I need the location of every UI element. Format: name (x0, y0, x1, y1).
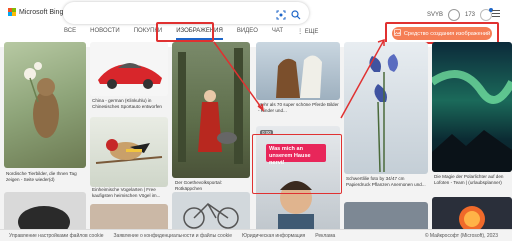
image-result-red-riding-hood[interactable] (172, 42, 250, 178)
result-caption[interactable]: Einheimische Vogelarten | Free kaufigste… (92, 187, 168, 199)
image-result-horses[interactable] (256, 42, 340, 100)
car-thumbnail (98, 63, 162, 89)
image-results-grid: Nordische Tierbilder, die Ihnen Tag zeig… (0, 37, 512, 230)
image-result-portrait[interactable] (90, 204, 168, 230)
dog-thumbnail (18, 206, 70, 230)
image-result-bicycle[interactable] (172, 192, 250, 230)
profile-avatar-icon[interactable] (447, 9, 460, 21)
goldfinch-thumbnail (95, 139, 163, 164)
result-caption[interactable]: Mehr als 70 super schöne Pferde Bilder -… (258, 102, 340, 114)
rewards-icon[interactable] (480, 8, 493, 21)
image-result-ornament[interactable] (432, 197, 512, 230)
squirrel-thumbnail (24, 62, 59, 138)
result-caption[interactable]: Der Goethevolksportal: Rotkäppchen (175, 180, 249, 192)
image-result-abstract[interactable] (344, 202, 428, 230)
result-caption[interactable]: Nordische Tierbilder, die Ihnen Tag zeig… (6, 171, 86, 183)
result-caption[interactable]: Die Magie der Polarlichter auf den Lofot… (434, 174, 512, 186)
highlight-video-card (252, 134, 342, 194)
bing-logo[interactable]: Microsoft Bing (8, 8, 63, 16)
image-result-black-dog[interactable] (4, 192, 86, 230)
result-caption[interactable]: Schwertlilie foto by 34/47 cm Papierdruc… (346, 176, 428, 188)
user-name[interactable]: SVYB (427, 12, 443, 18)
footer-link-privacy[interactable]: Заявление о конфиденциальности и файлы c… (114, 233, 233, 239)
image-result-squirrel[interactable] (4, 42, 86, 168)
bicycle-thumbnail (183, 203, 239, 229)
microsoft-logo-icon (8, 8, 16, 16)
footer-copyright: © Майкрософт (Microsoft), 2023 (424, 232, 498, 239)
ornament-thumbnail (459, 206, 485, 230)
red-riding-hood-thumbnail (178, 48, 243, 164)
search-icon[interactable] (291, 7, 301, 20)
image-result-red-car[interactable] (90, 42, 168, 96)
horses-thumbnail (276, 55, 322, 98)
footer-link-ads[interactable]: Реклама (315, 233, 335, 239)
image-result-goldfinch[interactable] (90, 117, 168, 187)
footer-link-legal[interactable]: Юридическая информация (242, 233, 305, 239)
search-box[interactable] (63, 2, 309, 24)
rewards-points[interactable]: 173 (465, 12, 475, 18)
footer-link-cookies[interactable]: Управление настройками файлов cookie (9, 233, 104, 239)
image-result-irises[interactable] (344, 42, 428, 174)
irises-thumbnail (369, 54, 398, 173)
hamburger-menu-icon[interactable] (492, 10, 500, 17)
logo-text: Microsoft Bing (19, 8, 64, 16)
image-result-aurora[interactable] (432, 42, 512, 172)
page-footer: Управление настройками файлов cookie Зая… (0, 229, 512, 241)
search-input[interactable] (73, 5, 273, 21)
aurora-thumbnail (432, 70, 512, 172)
visual-search-icon[interactable] (276, 7, 286, 20)
result-caption[interactable]: China - german (Klinkuhlu) in Chinesisch… (92, 98, 168, 110)
